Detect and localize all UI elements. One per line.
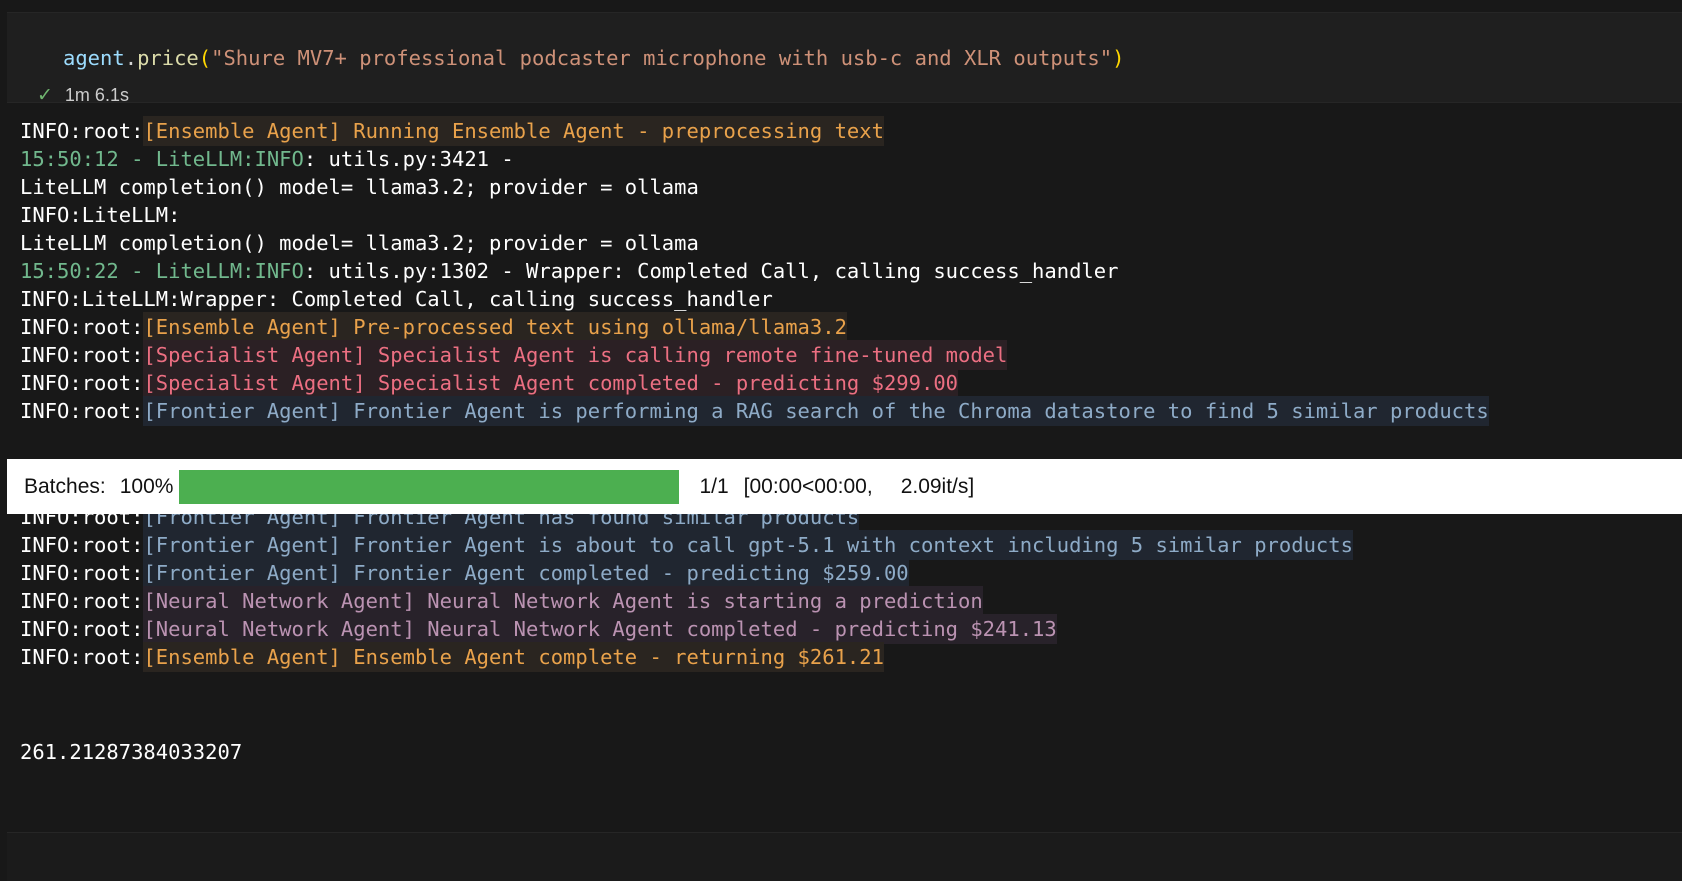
log-message-neural: [Neural Network Agent] Neural Network Ag… [143, 614, 1057, 644]
log-message-ensemble: [Ensemble Agent] Running Ensemble Agent … [143, 116, 884, 146]
next-code-cell[interactable] [7, 832, 1682, 881]
code-object: agent [63, 46, 125, 70]
log-line: LiteLLM completion() model= llama3.2; pr… [20, 228, 699, 258]
progress-percent: 100% [119, 474, 174, 498]
log-line: INFO:root:[Ensemble Agent] Ensemble Agen… [20, 642, 884, 672]
log-message-neural: [Neural Network Agent] Neural Network Ag… [143, 586, 983, 616]
log-line: INFO:LiteLLM:Wrapper: Completed Call, ca… [20, 284, 773, 314]
log-message-specialist: [Specialist Agent] Specialist Agent comp… [143, 368, 958, 398]
log-message-ensemble: [Ensemble Agent] Pre-processed text usin… [143, 312, 847, 342]
log-text: LiteLLM completion() model= llama3.2; pr… [20, 231, 699, 255]
log-message-specialist: [Specialist Agent] Specialist Agent is c… [143, 340, 1008, 370]
check-icon: ✓ [37, 84, 53, 106]
log-message-ensemble: [Ensemble Agent] Ensemble Agent complete… [143, 642, 884, 672]
log-prefix: INFO:root: [20, 343, 144, 367]
log-message-frontier: [Frontier Agent] Frontier Agent is about… [143, 530, 1353, 560]
log-text: : utils.py:1302 - Wrapper: Completed Cal… [303, 259, 1119, 283]
log-timestamp: 15:50:22 - LiteLLM:INFO [20, 259, 304, 283]
log-prefix: INFO:root: [20, 399, 144, 423]
code-close-paren: ) [1112, 46, 1125, 70]
log-text: INFO:LiteLLM:Wrapper: Completed Call, ca… [20, 287, 773, 311]
log-text: INFO:LiteLLM: [20, 203, 181, 227]
progress-rate: 2.09it/s] [900, 474, 975, 498]
log-line: INFO:root:[Frontier Agent] Frontier Agen… [20, 396, 1489, 426]
result-value: 261.21287384033207 [20, 740, 243, 764]
progress-bar [179, 469, 680, 504]
log-prefix: INFO:root: [20, 533, 144, 557]
execution-status: ✓ 1m 6.1s [37, 83, 129, 107]
batches-progress: Batches: 100% 1/1 [00:00<00:00, 2.09it/s… [7, 459, 1682, 514]
log-text: : utils.py:3421 - [303, 147, 514, 171]
log-prefix: INFO:root: [20, 561, 144, 585]
log-prefix: INFO:root: [20, 645, 144, 669]
log-line: INFO:root:[Neural Network Agent] Neural … [20, 614, 1057, 644]
log-line: INFO:root:[Ensemble Agent] Pre-processed… [20, 312, 847, 342]
code-dot: . [124, 46, 138, 70]
log-line: INFO:root:[Specialist Agent] Specialist … [20, 340, 1008, 370]
log-text: LiteLLM completion() model= llama3.2; pr… [20, 175, 699, 199]
code-line[interactable]: agent.price("Shure MV7+ professional pod… [63, 46, 1124, 70]
code-open-paren: ( [198, 46, 212, 70]
progress-time: [00:00<00:00, [743, 474, 873, 498]
log-line: INFO:root:[Ensemble Agent] Running Ensem… [20, 116, 884, 146]
log-line: INFO:root:[Specialist Agent] Specialist … [20, 368, 958, 398]
execution-duration: 1m 6.1s [64, 84, 129, 105]
log-line: 15:50:22 - LiteLLM:INFO: utils.py:1302 -… [20, 256, 1118, 286]
progress-label: Batches: [24, 474, 106, 498]
log-prefix: INFO:root: [20, 589, 144, 613]
log-line: INFO:LiteLLM: [20, 200, 180, 230]
log-timestamp: 15:50:12 - LiteLLM:INFO [20, 147, 304, 171]
log-line: INFO:root:[Frontier Agent] Frontier Agen… [20, 530, 1353, 560]
log-prefix: INFO:root: [20, 617, 144, 641]
log-prefix: INFO:root: [20, 371, 144, 395]
log-message-frontier: [Frontier Agent] Frontier Agent complete… [143, 558, 909, 588]
code-method: price [137, 46, 199, 70]
log-message-frontier: [Frontier Agent] Frontier Agent is perfo… [143, 396, 1489, 426]
log-line: 15:50:12 - LiteLLM:INFO: utils.py:3421 - [20, 144, 514, 174]
log-line: INFO:root:[Frontier Agent] Frontier Agen… [20, 558, 909, 588]
progress-fill [179, 469, 680, 504]
log-line: LiteLLM completion() model= llama3.2; pr… [20, 172, 699, 202]
code-argument: "Shure MV7+ professional podcaster micro… [211, 46, 1113, 70]
log-prefix: INFO:root: [20, 315, 144, 339]
code-cell[interactable]: agent.price("Shure MV7+ professional pod… [7, 12, 1682, 105]
progress-count: 1/1 [699, 474, 729, 498]
log-line: INFO:root:[Neural Network Agent] Neural … [20, 586, 983, 616]
log-prefix: INFO:root: [20, 119, 144, 143]
